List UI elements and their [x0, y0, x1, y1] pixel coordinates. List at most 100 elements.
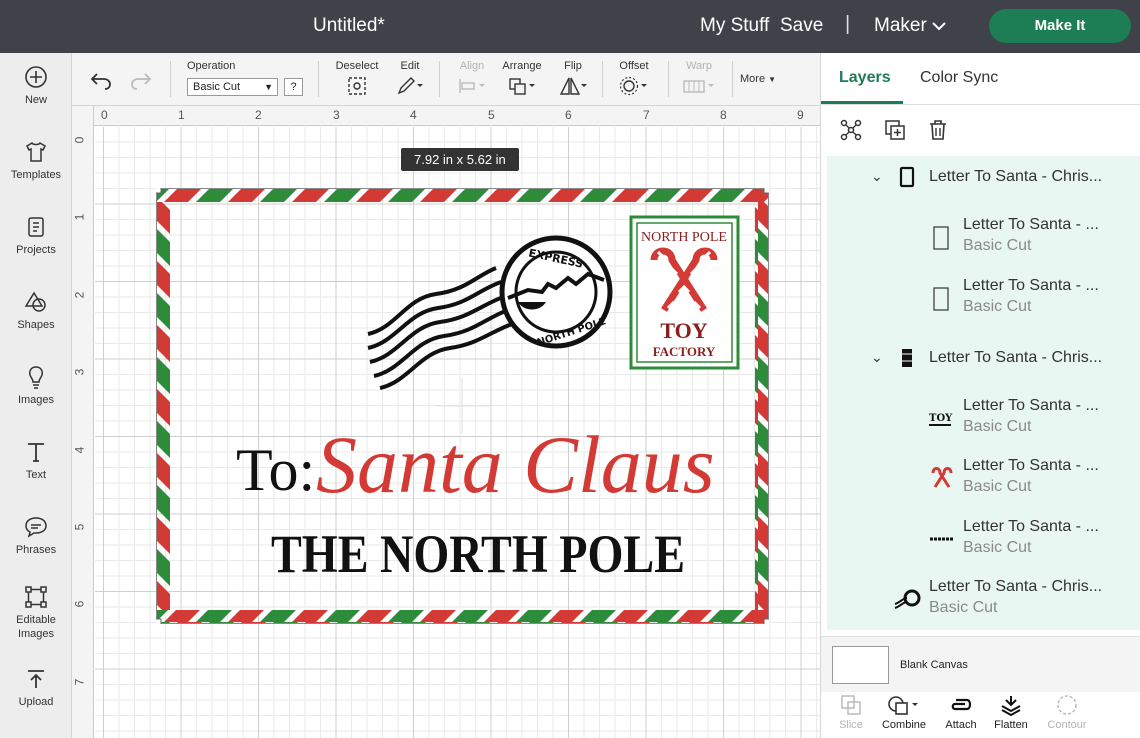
- warp-label: Warp: [686, 60, 712, 72]
- projects-icon: [28, 217, 44, 237]
- slice-button[interactable]: Slice: [837, 694, 865, 731]
- border-stripe-top-green: [156, 188, 769, 202]
- deselect-button[interactable]: Deselect: [334, 60, 380, 99]
- contour-icon: [1057, 695, 1077, 715]
- layer-item[interactable]: TOY Letter To Santa - ... Basic Cut: [827, 397, 1140, 457]
- chevron-down-icon[interactable]: [932, 19, 946, 33]
- sidebar-label: Shapes: [17, 319, 55, 331]
- selection-handle[interactable]: [763, 618, 769, 624]
- ruler-tick-label: 7: [72, 678, 87, 686]
- layer-thumb-icon: [933, 287, 949, 311]
- operation-label: Operation: [187, 60, 236, 72]
- group-icon[interactable]: [840, 119, 862, 141]
- chevron-down-icon[interactable]: ⌄: [871, 349, 883, 366]
- tab-divider: [821, 104, 1140, 105]
- sidebar-label: Upload: [18, 696, 54, 708]
- layer-item[interactable]: Letter To Santa - ... Basic Cut: [827, 216, 1140, 276]
- sidebar-item-shapes[interactable]: Shapes: [0, 290, 72, 332]
- sidebar-label: New: [24, 94, 47, 106]
- layer-name: Letter To Santa - Chris...: [929, 349, 1103, 366]
- arrange-icon: [509, 78, 535, 95]
- sidebar-label: Templates: [10, 169, 62, 181]
- sidebar-item-templates[interactable]: Templates: [0, 140, 72, 182]
- contour-button[interactable]: Contour: [1043, 694, 1091, 731]
- layer-name: Letter To Santa - ...: [963, 518, 1099, 535]
- make-it-button[interactable]: Make It: [989, 9, 1131, 43]
- align-label: Align: [459, 60, 485, 72]
- edit-label: Edit: [400, 60, 420, 72]
- layer-item[interactable]: Letter To Santa - ... Basic Cut: [827, 457, 1140, 517]
- selection-handle[interactable]: [156, 188, 162, 194]
- postmark-wave-lines: [367, 266, 513, 390]
- attach-label: Attach: [945, 719, 977, 731]
- top-bar: Untitled* My Stuff Save | Maker Make It: [0, 0, 1140, 53]
- layer-operation: Basic Cut: [963, 298, 1032, 315]
- ruler-tick-label: 5: [488, 108, 495, 122]
- flatten-button[interactable]: Flatten: [991, 694, 1031, 731]
- selection-handle[interactable]: [156, 618, 162, 624]
- undo-icon[interactable]: [90, 70, 112, 90]
- attach-button[interactable]: Attach: [941, 694, 981, 731]
- sidebar-item-projects[interactable]: Projects: [0, 215, 72, 257]
- machine-selector[interactable]: Maker: [874, 15, 927, 37]
- design-canvas[interactable]: 0 1 2 3 4 5 6 7 8 9 0 1 2 3 4 5 6 7 7.92…: [72, 106, 820, 738]
- stamp-north-pole-text: NORTH POLE: [641, 230, 727, 245]
- border-stripe-right-green: [755, 202, 769, 610]
- save-button[interactable]: Save: [780, 15, 823, 37]
- tab-color-sync[interactable]: Color Sync: [920, 69, 998, 87]
- chevron-down-icon[interactable]: ⌄: [871, 168, 883, 185]
- layer-item[interactable]: Letter To Santa - Chris... Basic Cut: [827, 578, 1140, 630]
- blank-canvas-swatch[interactable]: [832, 646, 889, 684]
- speech-bubble-icon: [25, 517, 47, 538]
- combine-icon: [888, 696, 918, 715]
- redo-icon[interactable]: [130, 70, 152, 90]
- arrange-menu[interactable]: Arrange: [500, 60, 544, 99]
- ruler-tick-label: 0: [101, 108, 108, 122]
- selection-handle[interactable]: [763, 188, 769, 194]
- layer-item[interactable]: Letter To Santa - ... Basic Cut: [827, 277, 1140, 337]
- layer-name: Letter To Santa - Chris...: [929, 168, 1103, 185]
- letter-to-santa-design[interactable]: EXPRESS NORTH POLE NORTH POLE TOY FACTOR…: [156, 188, 769, 624]
- my-stuff-link[interactable]: My Stuff: [700, 15, 769, 37]
- to-label: To:: [236, 437, 315, 503]
- layer-item[interactable]: Letter To Santa - ... Basic Cut: [827, 518, 1140, 578]
- tab-layers[interactable]: Layers: [839, 69, 891, 87]
- postmark-thumb-icon: [894, 589, 921, 609]
- align-icon: [459, 79, 485, 93]
- sidebar-item-phrases[interactable]: Phrases: [0, 515, 72, 557]
- layer-group[interactable]: ⌄ Letter To Santa - Chris...: [827, 337, 1140, 397]
- warp-menu[interactable]: Warp: [682, 60, 716, 99]
- flip-menu[interactable]: Flip: [558, 60, 588, 99]
- layer-operation: Basic Cut: [963, 478, 1032, 495]
- right-panel: Layers Color Sync ⌄ Letter To Santa - Ch…: [820, 53, 1140, 738]
- sidebar-item-new[interactable]: New: [0, 65, 72, 107]
- ruler-tick-label: 1: [178, 108, 185, 122]
- duplicate-icon[interactable]: [884, 119, 906, 141]
- more-label: More: [740, 73, 766, 85]
- ruler-left: 0 1 2 3 4 5 6 7: [72, 106, 94, 738]
- ruler-tick-label: 7: [643, 108, 650, 122]
- trash-icon[interactable]: [927, 119, 949, 141]
- blank-canvas-row[interactable]: Blank Canvas: [821, 636, 1140, 692]
- document-title[interactable]: Untitled*: [313, 15, 385, 37]
- sidebar-item-editable-images[interactable]: Editable Images: [0, 585, 72, 641]
- sidebar-item-upload[interactable]: Upload: [0, 667, 72, 709]
- layer-name: Letter To Santa - ...: [963, 277, 1099, 294]
- combine-button[interactable]: Combine: [879, 694, 929, 731]
- layer-name: Letter To Santa - Chris...: [929, 578, 1103, 595]
- sidebar-item-images[interactable]: Images: [0, 365, 72, 407]
- align-menu[interactable]: Align: [456, 60, 488, 99]
- layer-tools: Slice Combine Attach Flatten Contour: [821, 692, 1140, 738]
- layer-operation: Basic Cut: [963, 539, 1032, 556]
- offset-menu[interactable]: Offset: [616, 60, 652, 99]
- editable-images-icon: [25, 586, 47, 608]
- layer-group[interactable]: ⌄ Letter To Santa - Chris...: [827, 156, 1140, 216]
- layer-thumb-icon: [933, 226, 949, 250]
- svg-text:TOY: TOY: [929, 413, 953, 424]
- pen-icon: [397, 77, 423, 95]
- sidebar-item-text[interactable]: Text: [0, 440, 72, 482]
- operation-select[interactable]: Basic Cut ▼: [187, 78, 278, 96]
- operation-help-button[interactable]: ?: [284, 78, 303, 96]
- edit-menu[interactable]: Edit: [394, 60, 426, 99]
- more-menu[interactable]: More ▼: [740, 73, 776, 85]
